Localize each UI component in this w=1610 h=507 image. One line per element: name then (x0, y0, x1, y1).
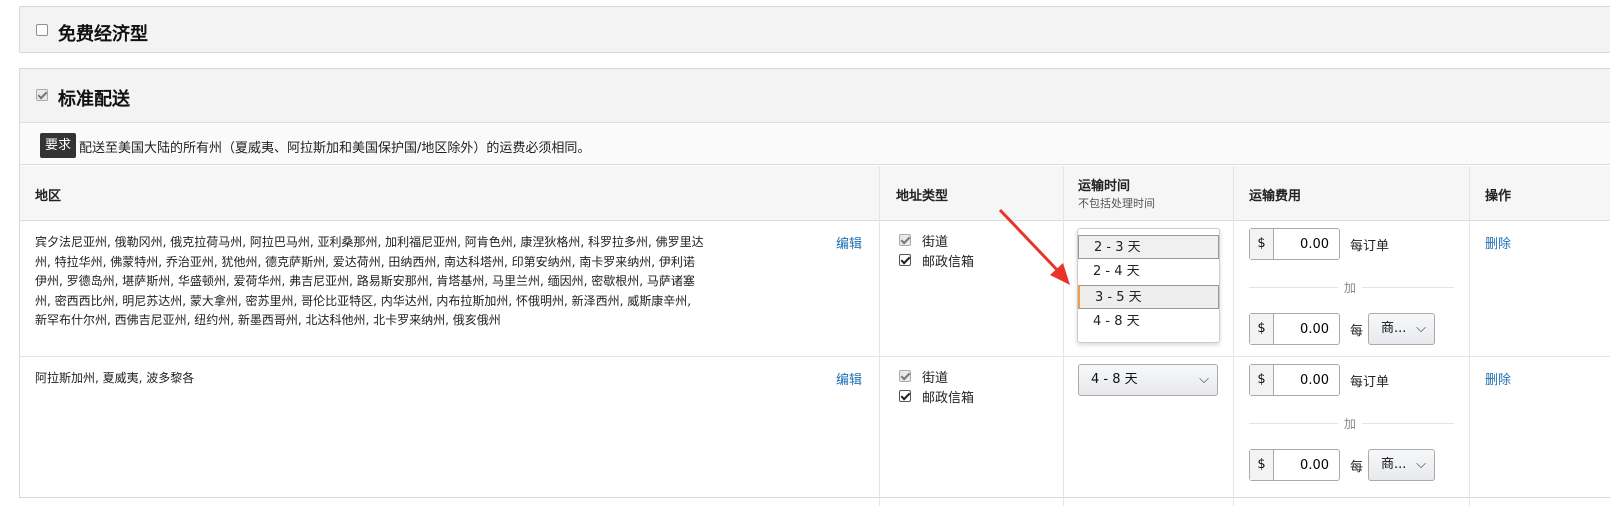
per-order-fee-input[interactable] (1275, 229, 1335, 259)
transit-time-select[interactable]: 4 - 8 天 ⌵ (1078, 364, 1218, 396)
per-order-fee-group: $ (1249, 364, 1340, 396)
header-transit-time-sub: 不包括处理时间 (1078, 197, 1155, 210)
per-unit-label: 每 (1350, 324, 1364, 339)
currency-symbol: $ (1250, 365, 1274, 395)
region-list: 阿拉斯加州, 夏威夷, 波多黎各 (35, 371, 195, 385)
chevron-down-icon: ⌵ (1199, 372, 1209, 387)
header-transit-time: 运输时间 (1078, 179, 1131, 194)
currency-symbol: $ (1250, 229, 1274, 259)
per-unit-type-value: 商... (1381, 321, 1407, 336)
street-checkbox[interactable] (899, 234, 911, 246)
per-order-label: 每订单 (1350, 375, 1390, 390)
free-economy-checkbox[interactable] (36, 24, 48, 36)
header-actions: 操作 (1485, 189, 1512, 204)
arrow-shaft (998, 208, 1062, 275)
table-row: 阿拉斯加州, 夏威夷, 波多黎各 编辑 街道 邮政信箱 4 - 8 天 ⌵ $ … (20, 357, 1610, 507)
per-unit-fee-input[interactable] (1275, 314, 1335, 344)
transit-time-dropdown: 2 - 3 天 2 - 4 天 3 - 5 天 4 - 8 天 (1077, 228, 1220, 343)
per-order-label: 每订单 (1350, 239, 1390, 254)
per-unit-label: 每 (1350, 460, 1364, 475)
region-list: 宾夕法尼亚州, 俄勒冈州, 俄克拉荷马州, 阿拉巴马州, 亚利桑那州, 加利福尼… (35, 235, 704, 327)
po-box-label: 邮政信箱 (922, 391, 975, 406)
requirement-text: 配送至美国大陆的所有州（夏威夷、阿拉斯加和美国保护国/地区除外）的运费必须相同。 (79, 141, 591, 156)
standard-shipping-checkbox[interactable] (36, 89, 48, 101)
edit-region-link[interactable]: 编辑 (836, 233, 862, 252)
header-address-type: 地址类型 (896, 189, 949, 204)
per-unit-type-select[interactable]: 商... ⌵ (1368, 449, 1435, 481)
requirement-bar: 要求 配送至美国大陆的所有州（夏威夷、阿拉斯加和美国保护国/地区除外）的运费必须… (20, 123, 1610, 165)
transit-option[interactable]: 3 - 5 天 (1078, 285, 1219, 309)
currency-symbol: $ (1250, 314, 1274, 344)
chevron-down-icon: ⌵ (1416, 457, 1426, 472)
requirement-tag: 要求 (40, 133, 77, 158)
annotation-arrow-icon (998, 208, 1070, 285)
plus-label: 加 (1338, 415, 1363, 432)
per-order-fee-input[interactable] (1275, 365, 1335, 395)
free-economy-panel: 免费经济型 (19, 6, 1610, 53)
street-checkbox[interactable] (899, 370, 911, 382)
po-box-checkbox[interactable] (899, 254, 911, 266)
edit-region-link[interactable]: 编辑 (836, 369, 862, 388)
po-box-checkbox[interactable] (899, 390, 911, 402)
standard-shipping-title: 标准配送 (58, 89, 130, 110)
per-order-fee-group: $ (1249, 228, 1340, 260)
transit-time-value: 4 - 8 天 (1091, 372, 1138, 387)
plus-label: 加 (1338, 279, 1363, 296)
table-header: 地区 地址类型 运输时间 不包括处理时间 运输费用 操作 (20, 166, 1610, 221)
header-shipping-fee: 运输费用 (1249, 189, 1302, 204)
table-row: 宾夕法尼亚州, 俄勒冈州, 俄克拉荷马州, 阿拉巴马州, 亚利桑那州, 加利福尼… (20, 221, 1610, 357)
transit-option[interactable]: 2 - 3 天 (1078, 235, 1219, 259)
transit-option[interactable]: 4 - 8 天 (1078, 310, 1219, 334)
standard-shipping-header: 标准配送 (20, 69, 1610, 123)
standard-shipping-panel: 标准配送 要求 配送至美国大陆的所有州（夏威夷、阿拉斯加和美国保护国/地区除外）… (19, 68, 1610, 506)
po-box-label: 邮政信箱 (922, 255, 975, 270)
header-region: 地区 (35, 189, 62, 204)
delete-link[interactable]: 删除 (1485, 369, 1511, 388)
per-unit-fee-group: $ (1249, 449, 1340, 481)
per-unit-type-select[interactable]: 商... ⌵ (1368, 313, 1435, 345)
per-unit-fee-group: $ (1249, 313, 1340, 345)
street-label: 街道 (922, 235, 949, 250)
free-economy-title: 免费经济型 (58, 24, 148, 45)
transit-option[interactable]: 2 - 4 天 (1078, 260, 1219, 284)
currency-symbol: $ (1250, 450, 1274, 480)
per-unit-fee-input[interactable] (1275, 450, 1335, 480)
chevron-down-icon: ⌵ (1416, 321, 1426, 336)
street-label: 街道 (922, 371, 949, 386)
delete-link[interactable]: 删除 (1485, 233, 1511, 252)
per-unit-type-value: 商... (1381, 457, 1407, 472)
